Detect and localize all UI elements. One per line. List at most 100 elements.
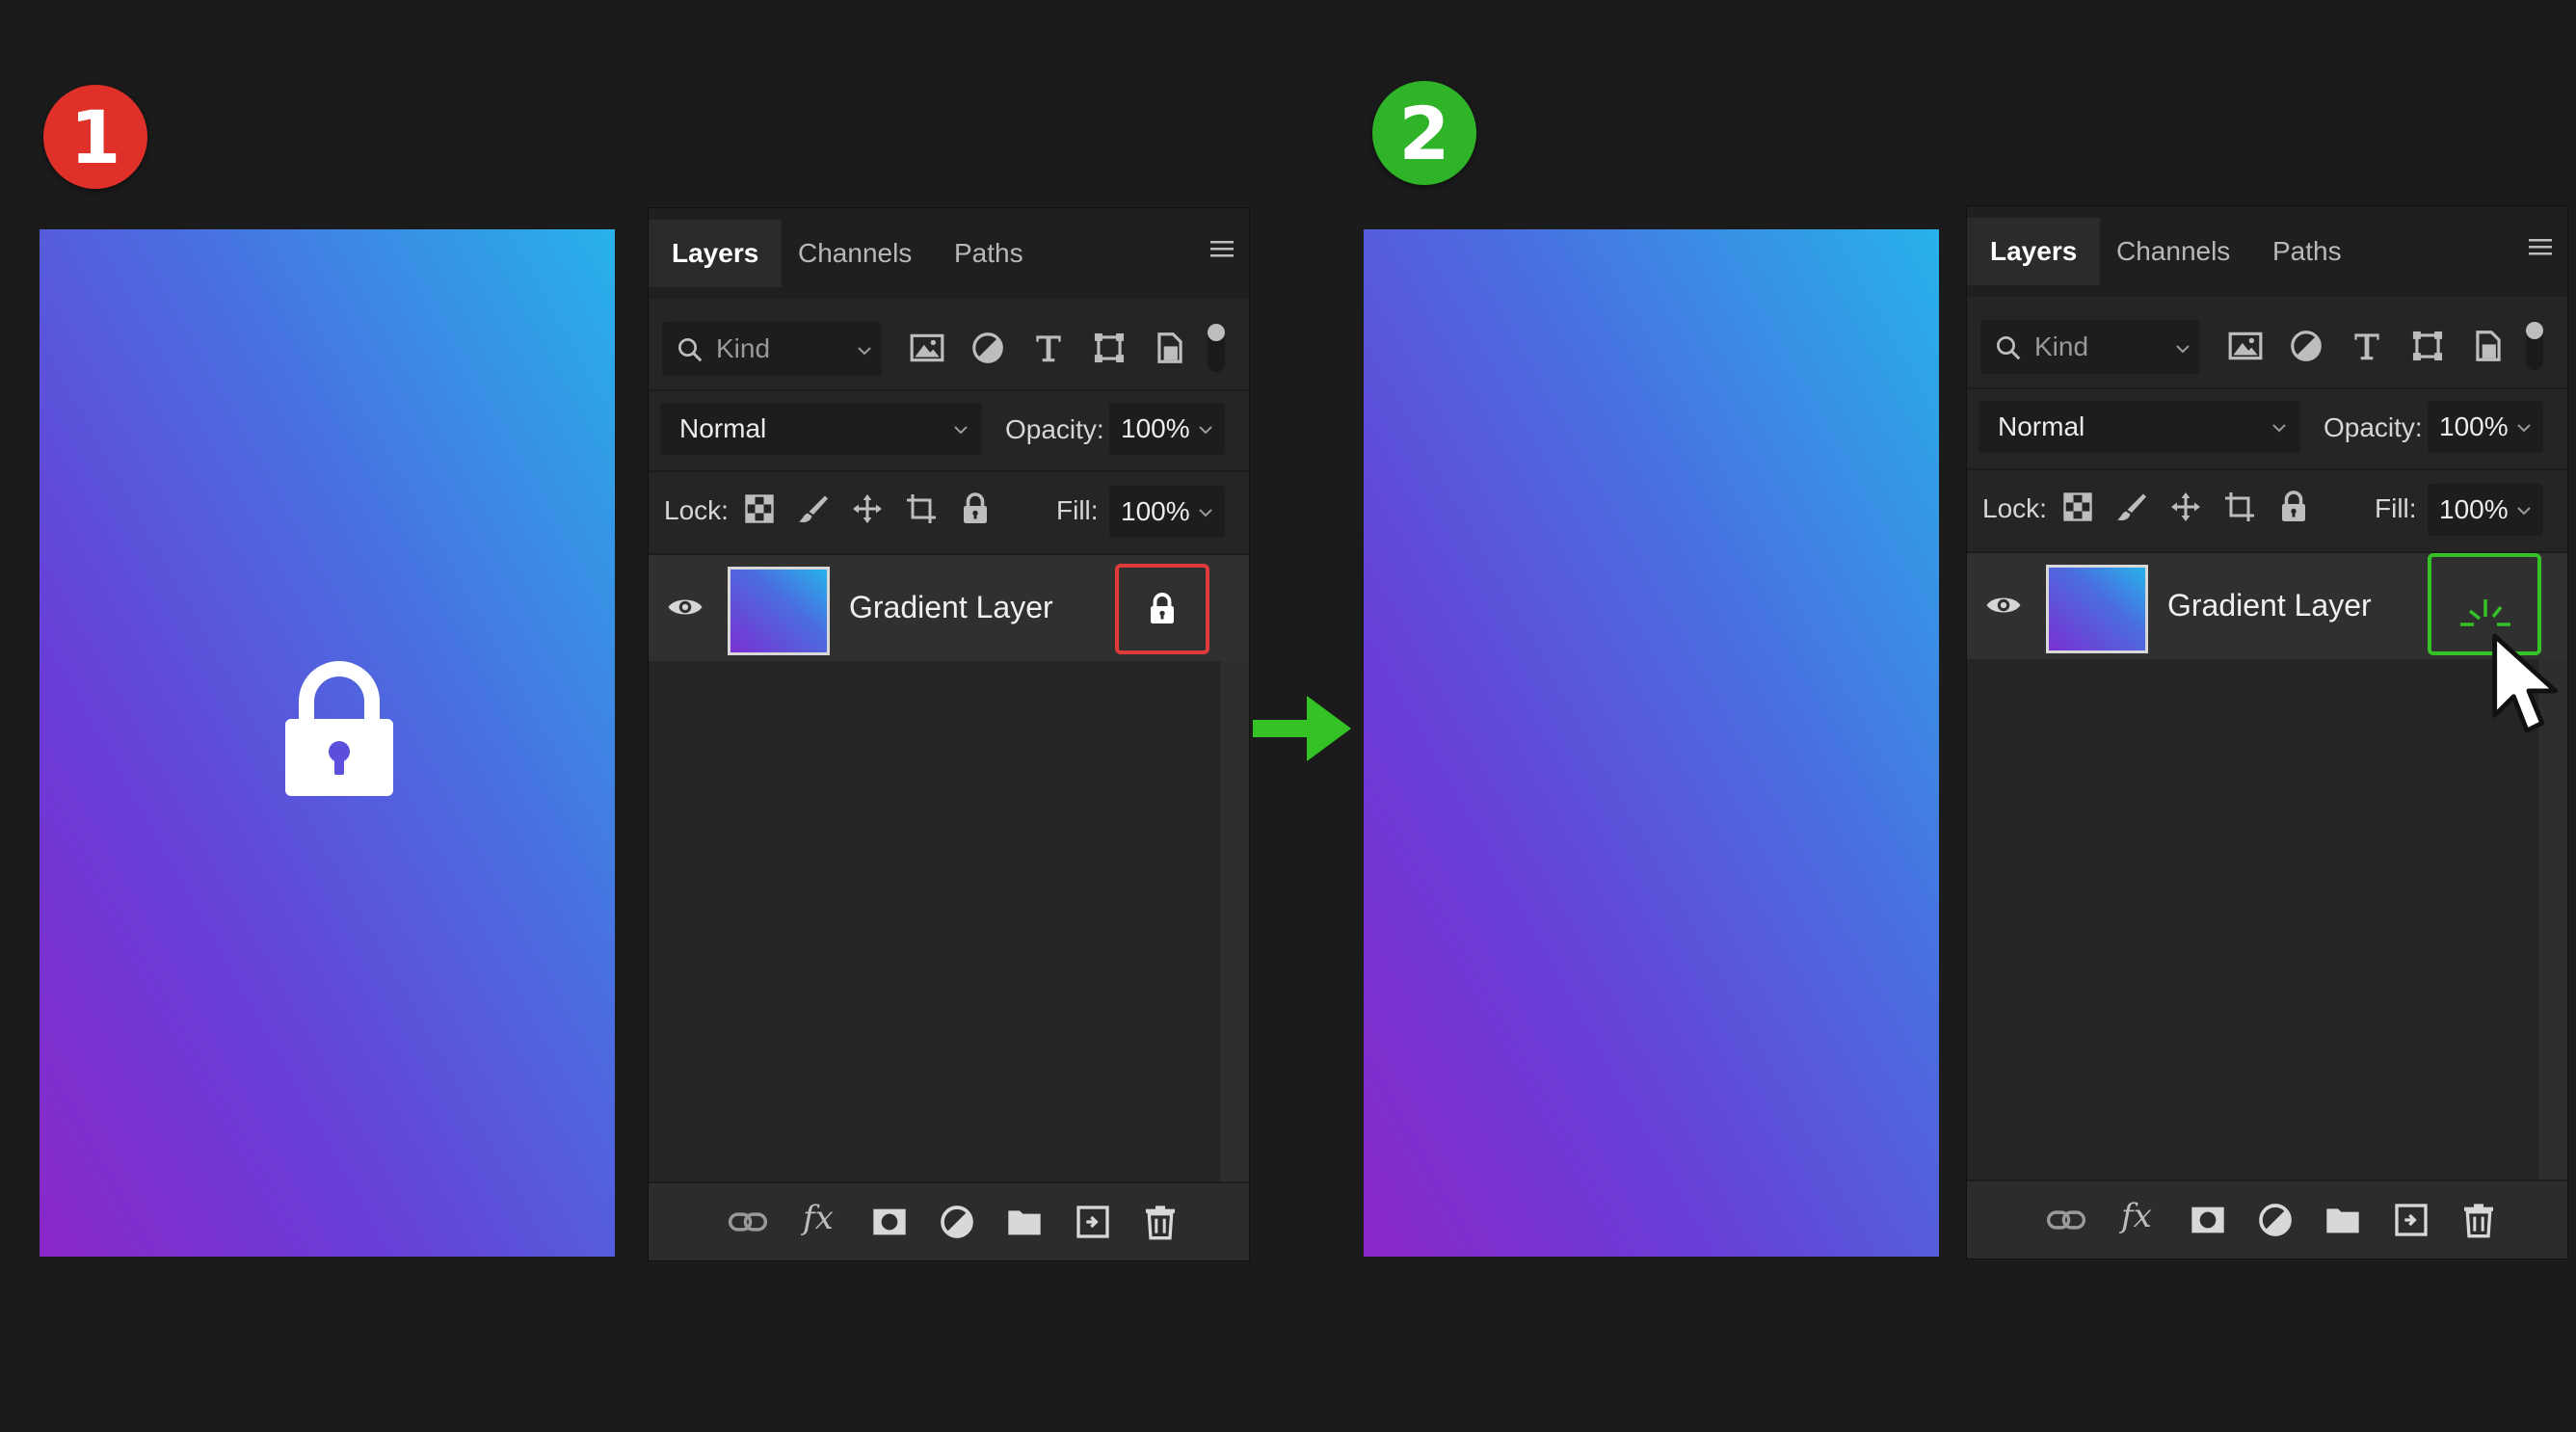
tab-paths[interactable]: Paths (2272, 229, 2342, 274)
lock-image-pixels-icon[interactable] (796, 491, 831, 526)
new-adjustment-icon[interactable] (938, 1203, 976, 1241)
blend-mode-select[interactable]: Normal (660, 403, 982, 455)
lock-position-icon[interactable] (2168, 490, 2203, 524)
type-filter-icon[interactable] (1030, 330, 1067, 366)
opacity-field[interactable]: 100% (1109, 403, 1225, 455)
layer-lock-highlight-box[interactable] (1115, 564, 1209, 654)
blend-mode-value: Normal (679, 413, 767, 443)
step-1-number: 1 (69, 93, 121, 180)
click-burst-icon (2460, 599, 2510, 626)
tab-channels[interactable]: Channels (798, 231, 912, 276)
new-layer-icon[interactable] (2392, 1201, 2430, 1239)
tab-layers[interactable]: Layers (1967, 218, 2101, 285)
search-icon (1994, 333, 2023, 362)
large-lock-icon (285, 661, 393, 796)
blend-row: Normal Opacity: 100% (649, 391, 1249, 468)
panel-menu-icon[interactable] (1208, 237, 1235, 260)
blend-mode-value: Normal (1998, 411, 2085, 441)
lock-all-icon[interactable] (958, 491, 993, 526)
layer-row-gradient[interactable]: Gradient Layer (1967, 553, 2567, 659)
shape-filter-icon[interactable] (1091, 330, 1128, 366)
panel-tabbar: Layers Channels Paths (1967, 206, 2567, 297)
link-layers-icon[interactable] (728, 1203, 768, 1241)
chevron-down-icon (1196, 420, 1215, 439)
lock-image-pixels-icon[interactable] (2114, 490, 2149, 524)
smart-object-filter-icon[interactable] (1152, 330, 1188, 366)
smart-object-filter-icon[interactable] (2470, 328, 2507, 364)
opacity-value: 100% (2439, 411, 2509, 441)
delete-layer-icon[interactable] (2459, 1201, 2498, 1239)
lock-label: Lock: (664, 495, 729, 525)
step-1-badge: 1 (43, 85, 147, 189)
kind-filter-select[interactable]: Kind (1980, 320, 2200, 374)
fx-icon[interactable]: fx (2121, 1197, 2152, 1235)
panel-scrollbar[interactable] (1220, 661, 1249, 1181)
lock-position-icon[interactable] (850, 491, 885, 526)
layer-name[interactable]: Gradient Layer (849, 590, 1053, 625)
canvas-locked (40, 229, 615, 1257)
new-layer-icon[interactable] (1074, 1203, 1112, 1241)
chevron-down-icon (1196, 503, 1215, 522)
step-2-number: 2 (1398, 90, 1450, 176)
visibility-eye-icon[interactable] (666, 590, 704, 624)
fill-label: Fill: (2375, 493, 2417, 523)
layer-row-gradient[interactable]: Gradient Layer (649, 555, 1249, 661)
link-layers-icon[interactable] (2046, 1201, 2086, 1239)
layer-lock-icon[interactable] (1145, 591, 1180, 627)
lock-row: Lock: Fill: 100% (1967, 470, 2567, 551)
fill-field[interactable]: 100% (2428, 484, 2543, 536)
panel-menu-icon[interactable] (2527, 235, 2554, 258)
opacity-field[interactable]: 100% (2428, 401, 2543, 453)
layers-panel-1: Layers Channels Paths Kind Normal Opacit… (649, 208, 1249, 1260)
opacity-label: Opacity: (2324, 412, 2423, 442)
adjustment-filter-icon[interactable] (2288, 328, 2324, 364)
kind-label: Kind (716, 333, 771, 363)
lock-artboard-icon[interactable] (904, 491, 939, 526)
opacity-value: 100% (1121, 413, 1190, 443)
lock-artboard-icon[interactable] (2222, 490, 2257, 524)
adjustment-filter-icon[interactable] (969, 330, 1006, 366)
add-mask-icon[interactable] (870, 1203, 909, 1241)
arrow-right-icon (1253, 696, 1351, 761)
add-mask-icon[interactable] (2189, 1201, 2227, 1239)
chevron-down-icon (2270, 418, 2289, 438)
fill-label: Fill: (1056, 495, 1099, 525)
new-group-icon[interactable] (1005, 1203, 1044, 1241)
panel-tabbar: Layers Channels Paths (649, 208, 1249, 299)
canvas-unlocked (1364, 229, 1939, 1257)
lock-label: Lock: (1982, 493, 2047, 523)
blend-mode-select[interactable]: Normal (1978, 401, 2300, 453)
tab-paths[interactable]: Paths (954, 231, 1023, 276)
lock-transparent-pixels-icon[interactable] (2060, 490, 2095, 524)
tab-layers[interactable]: Layers (649, 220, 783, 287)
layer-thumbnail (2046, 565, 2148, 653)
tab-channels[interactable]: Channels (2116, 229, 2230, 274)
panel-footer: fx (649, 1181, 1249, 1260)
filter-row: Kind (649, 310, 1249, 387)
mouse-cursor-icon (2492, 633, 2558, 733)
filter-toggle-switch[interactable] (2526, 322, 2543, 370)
chevron-down-icon (2514, 418, 2534, 438)
layer-name[interactable]: Gradient Layer (2167, 588, 2372, 623)
search-icon (676, 335, 704, 364)
chevron-down-icon (951, 420, 970, 439)
visibility-eye-icon[interactable] (1984, 588, 2023, 623)
chevron-down-icon (2514, 501, 2534, 520)
shape-filter-icon[interactable] (2409, 328, 2446, 364)
new-group-icon[interactable] (2324, 1201, 2362, 1239)
delete-layer-icon[interactable] (1141, 1203, 1180, 1241)
chevron-down-icon (855, 341, 874, 360)
image-filter-icon[interactable] (909, 330, 945, 366)
filter-row: Kind (1967, 308, 2567, 385)
chevron-down-icon (2173, 339, 2192, 358)
kind-filter-select[interactable]: Kind (662, 322, 882, 376)
layer-thumbnail (728, 567, 830, 655)
filter-toggle-switch[interactable] (1208, 324, 1225, 372)
lock-transparent-pixels-icon[interactable] (742, 491, 777, 526)
image-filter-icon[interactable] (2227, 328, 2264, 364)
type-filter-icon[interactable] (2349, 328, 2385, 364)
fill-field[interactable]: 100% (1109, 486, 1225, 538)
lock-all-icon[interactable] (2276, 490, 2311, 524)
new-adjustment-icon[interactable] (2256, 1201, 2295, 1239)
fx-icon[interactable]: fx (803, 1199, 834, 1237)
